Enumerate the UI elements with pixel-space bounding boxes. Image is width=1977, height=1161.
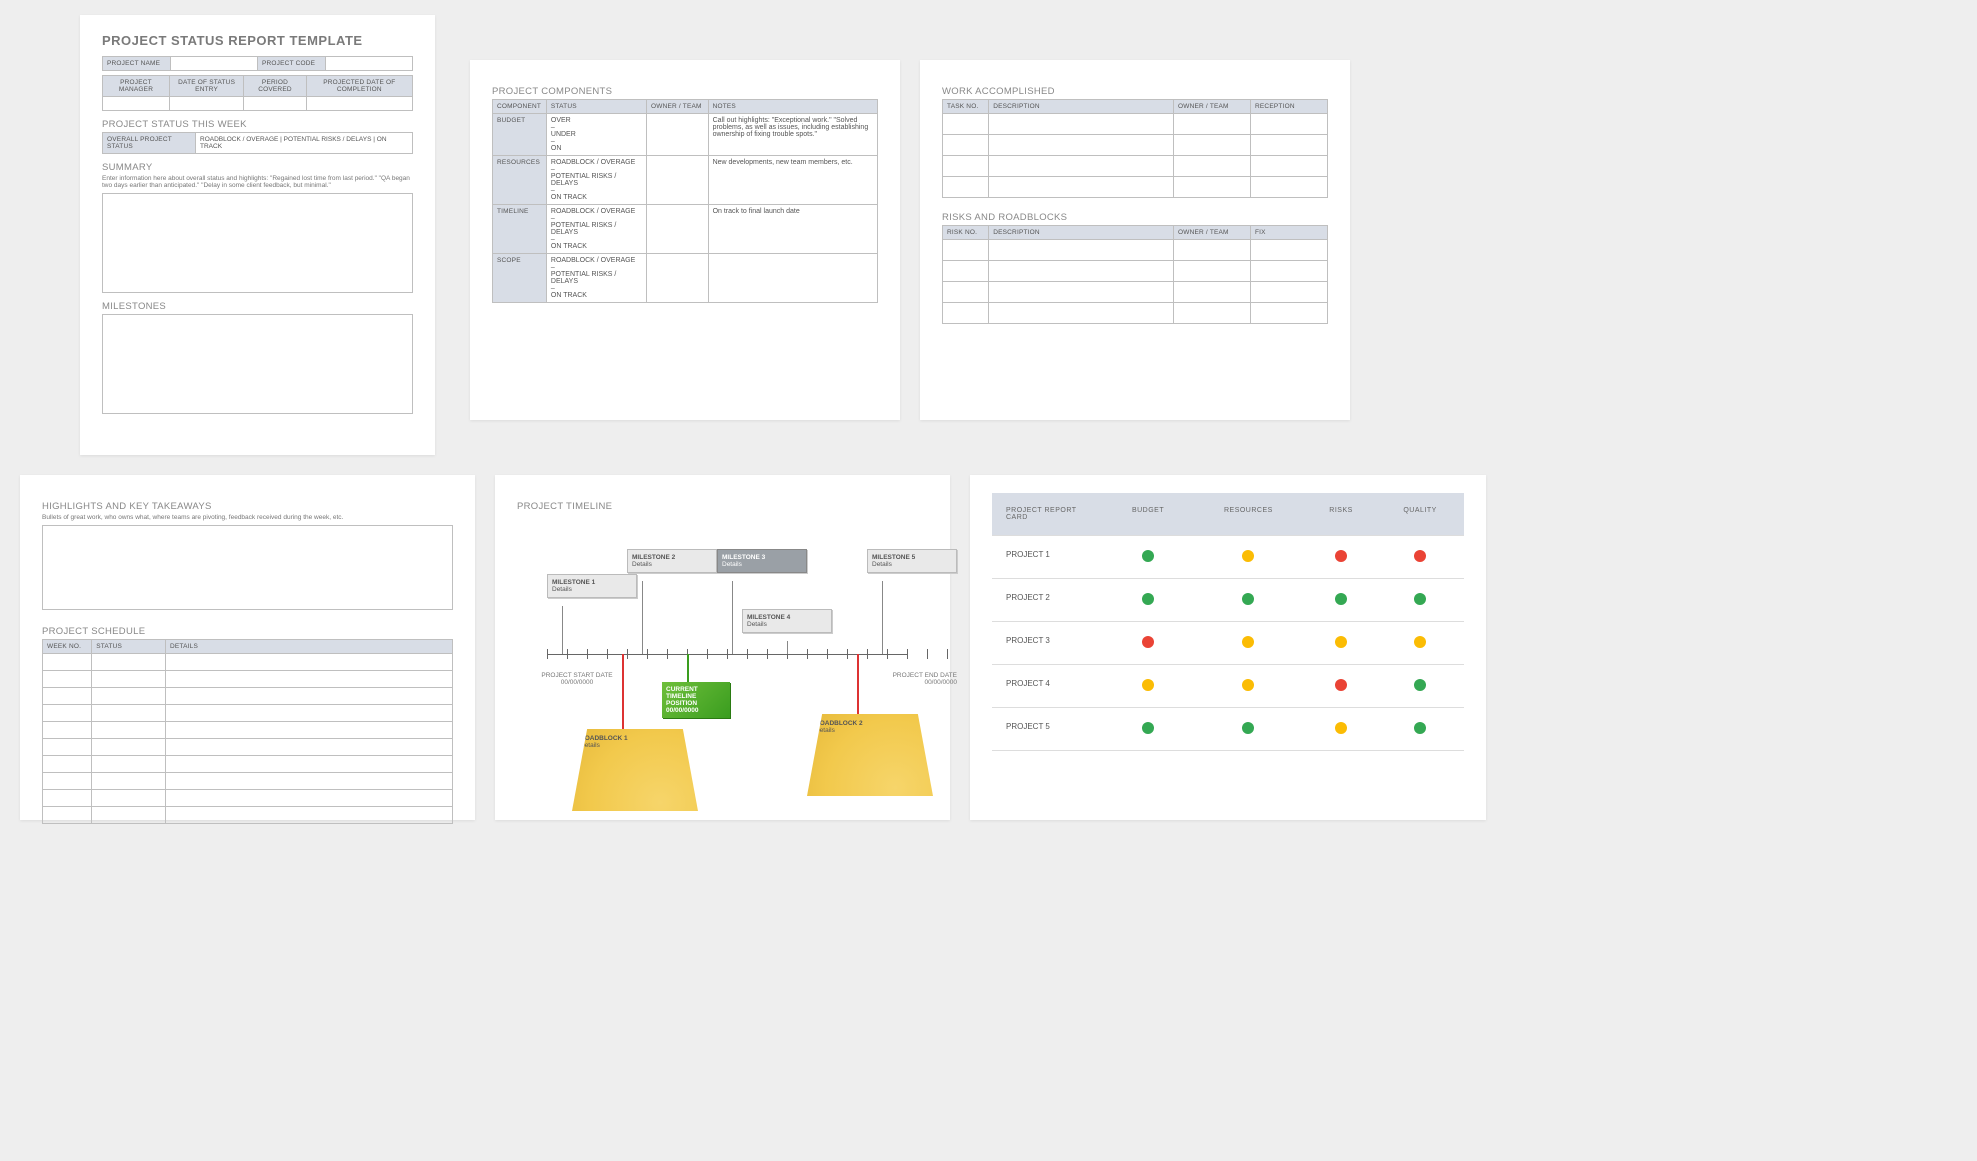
table-row: SCOPEROADBLOCK / OVERAGE – POTENTIAL RIS… [493, 254, 878, 303]
status-dot [1414, 593, 1426, 605]
table-row: TIMELINEROADBLOCK / OVERAGE – POTENTIAL … [493, 205, 878, 254]
milestone-4: MILESTONE 4Details [742, 609, 832, 633]
page-timeline: PROJECT TIMELINE MILESTONE 1Details MILE… [495, 475, 950, 820]
table-row [43, 671, 453, 688]
table-row [43, 756, 453, 773]
risks-table: RISK NO. DESCRIPTION OWNER / TEAM FIX [942, 225, 1328, 324]
table-row: PROJECT 4 [992, 665, 1464, 708]
summary-heading: SUMMARY [102, 162, 413, 173]
page-highlights-schedule: HIGHLIGHTS AND KEY TAKEAWAYS Bullets of … [20, 475, 475, 820]
status-dot [1335, 593, 1347, 605]
work-accomplished-table: TASK NO. DESCRIPTION OWNER / TEAM RECEPT… [942, 99, 1328, 198]
table-row [43, 688, 453, 705]
components-table: COMPONENT STATUS OWNER / TEAM NOTES BUDG… [492, 99, 878, 303]
milestone-3: MILESTONE 3Details [717, 549, 807, 573]
status-dot [1142, 636, 1154, 648]
start-caption: PROJECT START DATE00/00/0000 [537, 672, 617, 686]
milestone-2: MILESTONE 2Details [627, 549, 717, 573]
page-status-report: PROJECT STATUS REPORT TEMPLATE PROJECT N… [80, 15, 435, 455]
page-components: PROJECT COMPONENTS COMPONENT STATUS OWNE… [470, 60, 900, 420]
status-dot [1414, 550, 1426, 562]
table-row [943, 261, 1328, 282]
roadblock-1: ROADBLOCK 1Details [572, 729, 698, 811]
summary-box[interactable] [102, 193, 413, 293]
table-row [43, 739, 453, 756]
table-row [943, 303, 1328, 324]
page-title: PROJECT STATUS REPORT TEMPLATE [102, 33, 413, 48]
timeline-canvas: MILESTONE 1Details MILESTONE 2Details MI… [517, 514, 928, 804]
work-accomplished-heading: WORK ACCOMPLISHED [942, 86, 1328, 97]
status-dot [1335, 550, 1347, 562]
table-row: PROJECT 3 [992, 622, 1464, 665]
table-row [943, 240, 1328, 261]
milestone-1: MILESTONE 1Details [547, 574, 637, 598]
status-bar: OVERALL PROJECT STATUS ROADBLOCK / OVERA… [102, 132, 413, 154]
header-row1: PROJECT NAME PROJECT CODE [102, 56, 413, 71]
highlights-box[interactable] [42, 525, 453, 610]
status-dot [1242, 550, 1254, 562]
table-row [43, 705, 453, 722]
table-row: RESOURCESROADBLOCK / OVERAGE – POTENTIAL… [493, 156, 878, 205]
table-row: PROJECT 1 [992, 536, 1464, 579]
status-dot [1335, 679, 1347, 691]
status-dot [1142, 722, 1154, 734]
status-dot [1414, 636, 1426, 648]
milestone-5: MILESTONE 5Details [867, 549, 957, 573]
table-row [43, 722, 453, 739]
status-dot [1242, 593, 1254, 605]
status-dot [1142, 593, 1154, 605]
page-report-card: PROJECT REPORT CARD BUDGETRESOURCES RISK… [970, 475, 1486, 820]
highlights-heading: HIGHLIGHTS AND KEY TAKEAWAYS [42, 501, 453, 512]
milestones-heading: MILESTONES [102, 301, 413, 312]
status-dot [1142, 679, 1154, 691]
timeline-heading: PROJECT TIMELINE [517, 501, 928, 512]
highlights-hint: Bullets of great work, who owns what, wh… [42, 514, 453, 521]
end-caption: PROJECT END DATE00/00/0000 [877, 672, 957, 686]
report-card-table: PROJECT REPORT CARD BUDGETRESOURCES RISK… [992, 493, 1464, 751]
status-dot [1335, 722, 1347, 734]
table-row [43, 807, 453, 824]
table-row [43, 654, 453, 671]
table-row [43, 773, 453, 790]
components-heading: PROJECT COMPONENTS [492, 86, 878, 97]
page-work-risks: WORK ACCOMPLISHED TASK NO. DESCRIPTION O… [920, 60, 1350, 420]
table-row [943, 114, 1328, 135]
table-row [943, 177, 1328, 198]
risks-heading: RISKS AND ROADBLOCKS [942, 212, 1328, 223]
status-week-heading: PROJECT STATUS THIS WEEK [102, 119, 413, 130]
current-position-flag: CURRENT TIMELINE POSITION 00/00/0000 [662, 682, 730, 718]
summary-hint: Enter information here about overall sta… [102, 175, 413, 189]
table-row: PROJECT 2 [992, 579, 1464, 622]
table-row [943, 156, 1328, 177]
status-dot [1335, 636, 1347, 648]
table-row [943, 282, 1328, 303]
header-row2: PROJECT MANAGERDATE OF STATUS ENTRY PERI… [102, 75, 413, 111]
table-row [43, 790, 453, 807]
status-dot [1142, 550, 1154, 562]
roadblock-2: ROADBLOCK 2Details [807, 714, 933, 796]
schedule-table: WEEK NO. STATUS DETAILS [42, 639, 453, 824]
table-row: BUDGETOVER – UNDER – ONCall out highligh… [493, 114, 878, 156]
status-dot [1242, 679, 1254, 691]
milestones-box[interactable] [102, 314, 413, 414]
schedule-heading: PROJECT SCHEDULE [42, 626, 453, 637]
status-dot [1414, 722, 1426, 734]
status-dot [1414, 679, 1426, 691]
table-row: PROJECT 5 [992, 708, 1464, 751]
status-dot [1242, 636, 1254, 648]
table-row [943, 135, 1328, 156]
status-dot [1242, 722, 1254, 734]
